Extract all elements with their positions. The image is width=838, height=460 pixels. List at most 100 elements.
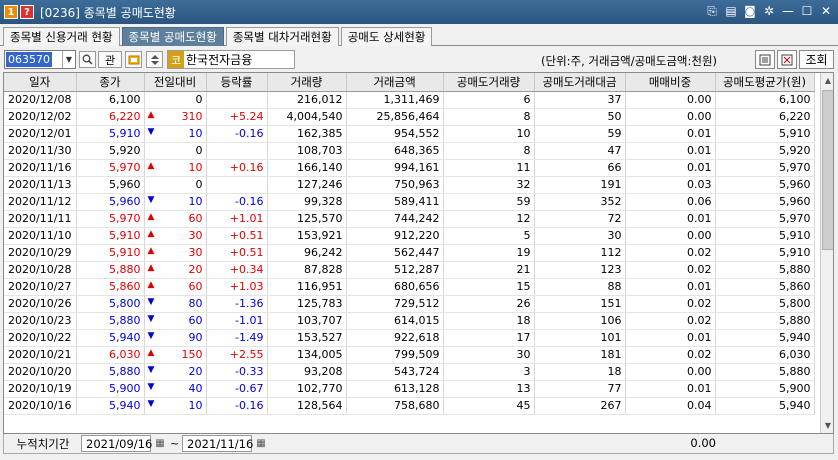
rate-cell-value: +0.16: [229, 161, 264, 174]
table-row[interactable]: 2020/12/01 5,910 ▼ 10 -0.16 162,385 954,552 10 5…: [4, 125, 815, 143]
table-row[interactable]: 2020/12/08 6,100 0 216,012 1,311,469 6 37 0.00 6…: [4, 91, 815, 109]
column-header[interactable]: 전일대비: [144, 73, 207, 92]
amount-cell-value: 589,411: [394, 195, 440, 208]
scroll-up-icon[interactable]: ▲: [821, 73, 833, 88]
table-row[interactable]: 2020/10/27 5,860 ▲ 60 +1.03 116,951 680,656 15 8…: [4, 278, 815, 296]
table-row[interactable]: 2020/11/12 5,960 ▼ 10 -0.16 99,328 589,411 59 35…: [4, 193, 815, 211]
table-row[interactable]: 2020/10/28 5,880 ▲ 20 +0.34 87,828 512,287 21 12…: [4, 261, 815, 279]
tab-credit-trading[interactable]: 종목별 신용거래 현황: [3, 27, 120, 46]
data-table: 일자 종가 전일대비 등락률 거래량 거래금액 공매도거래량 공매도거래대금 매매비중 공매도평균…: [4, 73, 815, 415]
short-avg-price-cell: 5,920: [715, 142, 815, 160]
change-cell: ▼ 20: [144, 363, 207, 381]
table-row[interactable]: 2020/10/19 5,900 ▼ 40 -0.67 102,770 613,128 13 7…: [4, 380, 815, 398]
maximize-icon[interactable]: ☐: [799, 3, 815, 19]
close-cell: 5,910: [76, 227, 145, 245]
scroll-down-icon[interactable]: ▼: [821, 418, 833, 433]
chevron-down-icon[interactable]: ▼: [62, 51, 75, 68]
date-cell: 2020/10/28: [4, 261, 77, 279]
stock-code-input[interactable]: 063570 ▼: [4, 50, 76, 69]
short-avg-price-cell-value: 5,880: [779, 365, 811, 378]
column-header[interactable]: 종가: [76, 73, 145, 92]
close-icon[interactable]: ✕: [818, 3, 834, 19]
column-header[interactable]: 공매도평균가(원): [715, 73, 815, 92]
amount-cell-value: 25,856,464: [376, 110, 440, 123]
short-avg-price-cell-value: 5,800: [779, 297, 811, 310]
short-avg-price-cell-value: 5,940: [779, 399, 811, 412]
date-cell: 2020/10/23: [4, 312, 77, 330]
column-header[interactable]: 거래금액: [346, 73, 444, 92]
up-arrow-icon: ▲: [147, 348, 155, 358]
table-row[interactable]: 2020/10/23 5,880 ▼ 60 -1.01 103,707 614,015 18 1…: [4, 312, 815, 330]
column-header[interactable]: 거래량: [267, 73, 347, 92]
amount-cell-value: 1,311,469: [383, 93, 440, 106]
link-icon[interactable]: ⎘: [704, 3, 720, 19]
window-number-badge[interactable]: 1: [4, 5, 18, 19]
print-icon[interactable]: ▤: [723, 3, 739, 19]
gear-icon[interactable]: ✲: [761, 3, 777, 19]
start-date-input[interactable]: 2021/09/16: [81, 435, 152, 452]
table-row[interactable]: 2020/10/20 5,880 ▼ 20 -0.33 93,208 543,724 3 18 0…: [4, 363, 815, 381]
rate-cell-value: -1.01: [235, 314, 264, 327]
calendar-icon[interactable]: ▦: [153, 435, 167, 452]
list-icon[interactable]: [755, 50, 775, 69]
minimize-icon[interactable]: —: [780, 3, 796, 19]
ratio-cell-value: 0.00: [687, 93, 712, 106]
ratio-cell: 0.01: [625, 329, 716, 347]
end-date-input[interactable]: 2021/11/16: [182, 435, 253, 452]
table-row[interactable]: 2020/11/13 5,960 0 127,246 750,963 32 191 0.03 5…: [4, 176, 815, 194]
column-header[interactable]: 공매도거래량: [443, 73, 535, 92]
volume-cell: 4,004,540: [267, 108, 347, 126]
calendar-icon[interactable]: ▦: [254, 435, 268, 452]
close-cell: 6,220: [76, 108, 145, 126]
amount-cell: 750,963: [346, 176, 444, 194]
volume-cell-value: 125,570: [297, 212, 343, 225]
camera-icon[interactable]: ◙: [742, 3, 758, 19]
change-cell-value: 20: [188, 263, 203, 276]
short-volume-cell-value: 11: [516, 161, 531, 174]
tab-lending-trading[interactable]: 종목별 대차거래현황: [225, 27, 339, 46]
close-cell-value: 5,910: [109, 127, 141, 140]
tab-short-selling[interactable]: 종목별 공매도현황: [121, 27, 224, 46]
scroll-thumb[interactable]: [822, 90, 833, 250]
column-header[interactable]: 매매비중: [625, 73, 716, 92]
short-volume-cell: 3: [443, 363, 535, 381]
date-cell: 2020/10/22: [4, 329, 77, 347]
vertical-scrollbar[interactable]: ▲ ▼: [820, 73, 833, 433]
short-amount-cell-value: 123: [600, 263, 622, 276]
table-row[interactable]: 2020/10/26 5,800 ▼ 80 -1.36 125,783 729,512 26 1…: [4, 295, 815, 313]
down-arrow-icon: ▼: [147, 331, 155, 341]
change-cell-value: 60: [188, 280, 203, 293]
table-row[interactable]: 2020/10/16 5,940 ▼ 10 -0.16 128,564 758,680 45 2…: [4, 397, 815, 415]
search-icon[interactable]: [79, 51, 96, 68]
column-header[interactable]: 일자: [4, 73, 77, 92]
table-row[interactable]: 2020/10/22 5,940 ▼ 90 -1.49 153,527 922,618 17 1…: [4, 329, 815, 347]
rate-cell: +5.24: [206, 108, 268, 126]
column-header[interactable]: 등락률: [206, 73, 268, 92]
table-row[interactable]: 2020/12/02 6,220 ▲ 310 +5.24 4,004,540 25,856,…: [4, 108, 815, 126]
stock-list-icon[interactable]: [125, 51, 142, 68]
ratio-cell-value: 0.02: [687, 246, 712, 259]
volume-cell: 103,707: [267, 312, 347, 330]
change-cell-value: 0: [195, 144, 203, 157]
table-row[interactable]: 2020/10/29 5,910 ▲ 30 +0.51 96,242 562,447 19 11…: [4, 244, 815, 262]
table-row[interactable]: 2020/11/11 5,970 ▲ 60 +1.01 125,570 744,242 12 7…: [4, 210, 815, 228]
close-cell: 5,940: [76, 329, 145, 347]
excel-icon[interactable]: [777, 50, 797, 69]
date-cell: 2020/12/02: [4, 108, 77, 126]
table-row[interactable]: 2020/11/16 5,970 ▲ 10 +0.16 166,140 994,161 11 6…: [4, 159, 815, 177]
column-header[interactable]: 공매도거래대금: [534, 73, 626, 92]
table-row[interactable]: 2020/11/30 5,920 0 108,703 648,365 8 47 0.01 5,9…: [4, 142, 815, 160]
prev-next-icon[interactable]: [146, 51, 163, 68]
tab-short-selling-detail[interactable]: 공매도 상세현황: [340, 27, 433, 46]
short-volume-cell-value: 17: [516, 331, 531, 344]
related-button[interactable]: 관: [98, 51, 122, 68]
date-cell: 2020/12/08: [4, 91, 77, 109]
short-avg-price-cell-value: 6,100: [779, 93, 811, 106]
short-avg-price-cell-value: 6,220: [779, 110, 811, 123]
change-cell-value: 80: [188, 297, 203, 310]
table-row[interactable]: 2020/10/21 6,030 ▲ 150 +2.55 134,005 799,509 30…: [4, 346, 815, 364]
close-cell: 5,880: [76, 312, 145, 330]
help-icon[interactable]: ?: [20, 5, 34, 19]
query-button[interactable]: 조회: [799, 50, 834, 69]
table-row[interactable]: 2020/11/10 5,910 ▲ 30 +0.51 153,921 912,220 5 30…: [4, 227, 815, 245]
